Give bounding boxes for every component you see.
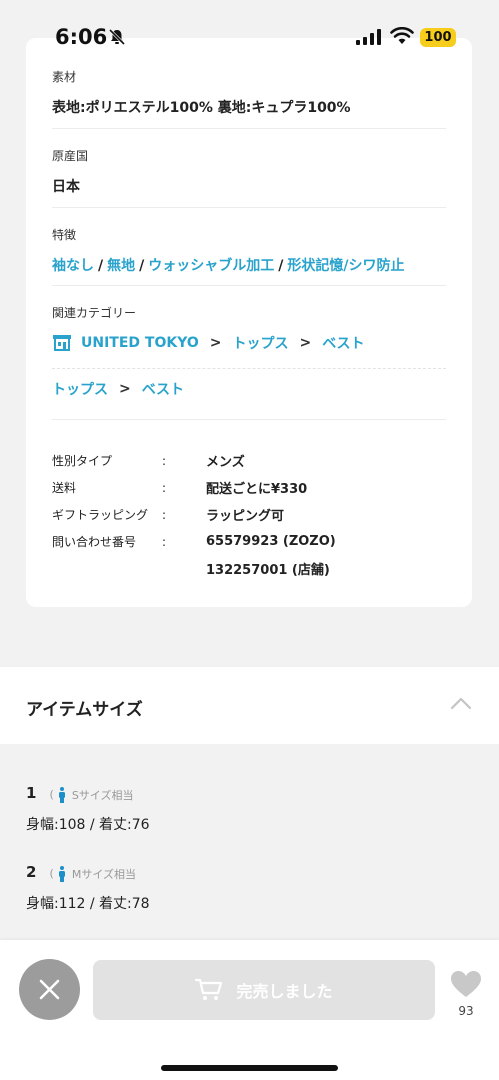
feature-separator: / xyxy=(278,258,284,274)
category-label: 関連カテゴリー xyxy=(52,306,137,320)
spec-colon: : xyxy=(162,507,167,522)
size-note: ( Sサイズ相当 xyxy=(49,786,134,803)
divider xyxy=(52,419,446,420)
spec-value: メンズ xyxy=(206,455,245,470)
category-link-tops[interactable]: トップス xyxy=(52,379,108,399)
size-number: 1 xyxy=(26,784,37,802)
category-breadcrumb-shop: UNITED TOKYO > トップス > ベスト xyxy=(52,333,446,353)
spec-row-inquiry-store: 132257001 (店舗) xyxy=(52,555,452,582)
features-list: 袖なし / 無地 / ウォッシャブル加工 / 形状記憶/シワ防止 xyxy=(52,255,446,275)
size-number: 2 xyxy=(26,863,37,881)
spec-value: 132257001 (店舗) xyxy=(206,563,330,578)
feature-separator: / xyxy=(98,258,104,274)
size-item: 1 ( Sサイズ相当 身幅:108 / 着丈:76 xyxy=(26,783,150,834)
category-link-vest[interactable]: ベスト xyxy=(322,333,364,353)
category-link-vest[interactable]: ベスト xyxy=(142,379,184,399)
spec-colon: : xyxy=(162,534,167,549)
origin-section: 原産国 日本 xyxy=(52,147,446,196)
status-time: 6:06 xyxy=(55,25,108,49)
item-size-title: アイテムサイズ xyxy=(26,700,143,720)
spec-row-shipping: 送料 : 配送ごとに¥330 xyxy=(52,474,452,501)
size-note-paren: ( xyxy=(49,788,54,801)
item-details-card: 素材 表地:ポリエステル100% 裏地:キュプラ100% 原産国 日本 特徴 袖… xyxy=(26,38,472,607)
breadcrumb-separator: > xyxy=(209,335,222,351)
feature-separator: / xyxy=(139,258,145,274)
item-size-accordion-header[interactable]: アイテムサイズ xyxy=(0,667,499,744)
category-link-tops[interactable]: トップス xyxy=(232,333,288,353)
divider xyxy=(52,368,446,369)
spec-key: 問い合わせ番号 xyxy=(52,535,137,549)
spec-key: 性別タイプ xyxy=(52,454,113,468)
size-note-text: Mサイズ相当 xyxy=(71,867,136,881)
status-bar: 6:06 100 xyxy=(0,0,499,60)
size-dimensions: 身幅:108 / 着丈:76 xyxy=(26,816,150,833)
favorite-count: 93 xyxy=(458,1004,474,1018)
spec-colon: : xyxy=(162,453,167,468)
feature-link-washable[interactable]: ウォッシャブル加工 xyxy=(148,258,274,274)
home-indicator xyxy=(161,1065,338,1071)
breadcrumb-separator: > xyxy=(119,381,131,397)
close-button[interactable] xyxy=(19,959,80,1020)
spec-key: 送料 xyxy=(52,481,77,495)
material-label: 素材 xyxy=(52,70,77,84)
signal-icon xyxy=(356,29,381,45)
bottom-action-bar: 完売しました 93 xyxy=(0,940,499,1080)
material-value: 表地:ポリエステル100% 裏地:キュプラ100% xyxy=(52,100,351,116)
spec-row-inquiry: 問い合わせ番号 : 65579923 (ZOZO) xyxy=(52,528,452,555)
feature-link-wrinkle-free[interactable]: 形状記憶/シワ防止 xyxy=(287,258,404,274)
sold-out-label: 完売しました xyxy=(236,982,333,1001)
feature-link-sleeveless[interactable]: 袖なし xyxy=(52,258,94,274)
battery-indicator: 100 xyxy=(420,28,456,47)
size-dimensions: 身幅:112 / 着丈:78 xyxy=(26,895,150,912)
spec-key: ギフトラッピング xyxy=(52,508,149,522)
size-note-text: Sサイズ相当 xyxy=(71,788,134,802)
person-icon xyxy=(58,786,65,803)
spec-row-gender: 性別タイプ : メンズ xyxy=(52,447,452,474)
origin-label: 原産国 xyxy=(52,149,89,163)
category-breadcrumb-general: トップス > ベスト xyxy=(52,379,446,399)
size-note: ( Mサイズ相当 xyxy=(49,865,136,882)
category-breadcrumb: トップス > ベスト xyxy=(52,379,446,399)
bell-slash-icon xyxy=(108,28,126,46)
wifi-icon xyxy=(390,27,414,44)
divider xyxy=(52,128,446,129)
spec-value: 65579923 (ZOZO) xyxy=(206,534,336,549)
shop-icon xyxy=(53,335,71,351)
spec-value: 配送ごとに¥330 xyxy=(206,482,308,497)
feature-link-solid[interactable]: 無地 xyxy=(107,258,135,274)
origin-value: 日本 xyxy=(52,179,80,195)
sold-out-button[interactable]: 完売しました xyxy=(93,960,435,1020)
spec-table: 性別タイプ : メンズ 送料 : 配送ごとに¥330 ギフトラッピング : ラッ… xyxy=(52,447,452,582)
size-note-paren: ( xyxy=(49,867,54,880)
category-section: 関連カテゴリー UNITED TOKYO > トップス > ベスト xyxy=(52,304,446,353)
spec-value: ラッピング可 xyxy=(206,509,285,524)
features-label: 特徴 xyxy=(52,228,77,242)
heart-icon xyxy=(451,971,481,997)
divider xyxy=(52,207,446,208)
close-icon xyxy=(39,979,60,1000)
favorite-button[interactable]: 93 xyxy=(448,970,484,1018)
person-icon xyxy=(58,865,65,882)
chevron-up-icon[interactable] xyxy=(450,696,472,710)
spec-row-gift: ギフトラッピング : ラッピング可 xyxy=(52,501,452,528)
features-section: 特徴 袖なし / 無地 / ウォッシャブル加工 / 形状記憶/シワ防止 xyxy=(52,226,446,275)
breadcrumb-separator: > xyxy=(299,335,312,351)
size-item: 2 ( Mサイズ相当 身幅:112 / 着丈:78 xyxy=(26,862,150,913)
spec-colon: : xyxy=(162,480,167,495)
shop-link[interactable]: UNITED TOKYO xyxy=(81,335,199,351)
material-section: 素材 表地:ポリエステル100% 裏地:キュプラ100% xyxy=(52,68,446,117)
cart-icon xyxy=(195,978,223,1000)
divider xyxy=(52,285,446,286)
